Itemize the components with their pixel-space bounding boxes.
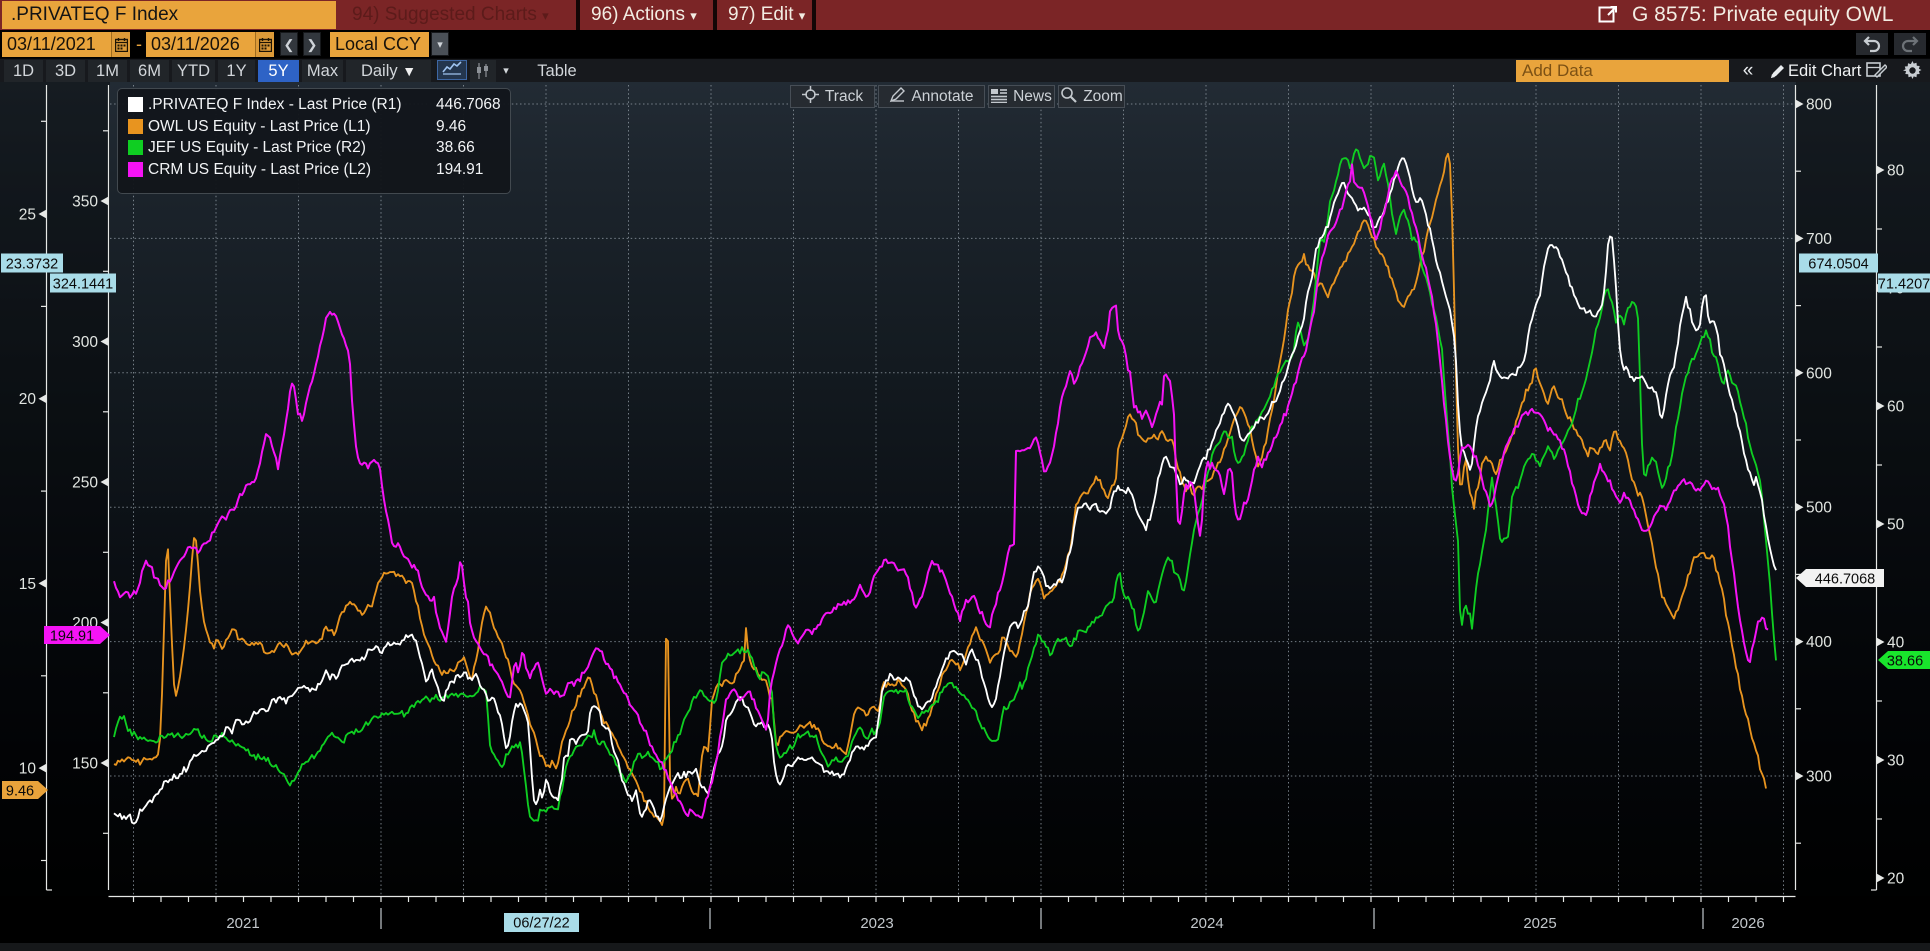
svg-text:250: 250: [72, 475, 98, 492]
svg-text:2021: 2021: [226, 915, 259, 932]
svg-text:400: 400: [1806, 634, 1832, 651]
svg-text:60: 60: [1887, 399, 1905, 416]
svg-text:300: 300: [72, 334, 98, 351]
svg-text:500: 500: [1806, 500, 1832, 517]
svg-text:30: 30: [1887, 753, 1905, 770]
svg-text:80: 80: [1887, 163, 1905, 180]
svg-text:20: 20: [1887, 871, 1905, 888]
svg-text:194.91: 194.91: [50, 629, 94, 645]
svg-text:9.46: 9.46: [6, 784, 34, 800]
svg-text:674.0504: 674.0504: [1808, 257, 1868, 273]
svg-text:2026: 2026: [1731, 915, 1764, 932]
svg-text:40: 40: [1887, 635, 1905, 652]
svg-text:800: 800: [1806, 97, 1832, 114]
svg-text:20: 20: [19, 391, 37, 408]
svg-text:150: 150: [72, 756, 98, 773]
svg-text:06/27/22: 06/27/22: [513, 916, 569, 932]
svg-text:15: 15: [19, 576, 36, 593]
svg-text:300: 300: [1806, 769, 1832, 786]
svg-text:2023: 2023: [860, 915, 893, 932]
svg-text:38.66: 38.66: [1887, 654, 1923, 670]
svg-text:2025: 2025: [1523, 915, 1556, 932]
svg-text:10: 10: [19, 761, 37, 778]
svg-text:324.1441: 324.1441: [53, 277, 113, 293]
svg-text:71.4207: 71.4207: [1878, 277, 1930, 293]
svg-text:446.7068: 446.7068: [1815, 572, 1875, 588]
svg-text:350: 350: [72, 194, 98, 211]
svg-text:600: 600: [1806, 365, 1832, 382]
svg-text:25: 25: [19, 207, 36, 224]
svg-text:700: 700: [1806, 231, 1832, 248]
svg-text:50: 50: [1887, 517, 1905, 534]
svg-text:2024: 2024: [1190, 915, 1223, 932]
svg-text:23.3732: 23.3732: [6, 257, 58, 273]
